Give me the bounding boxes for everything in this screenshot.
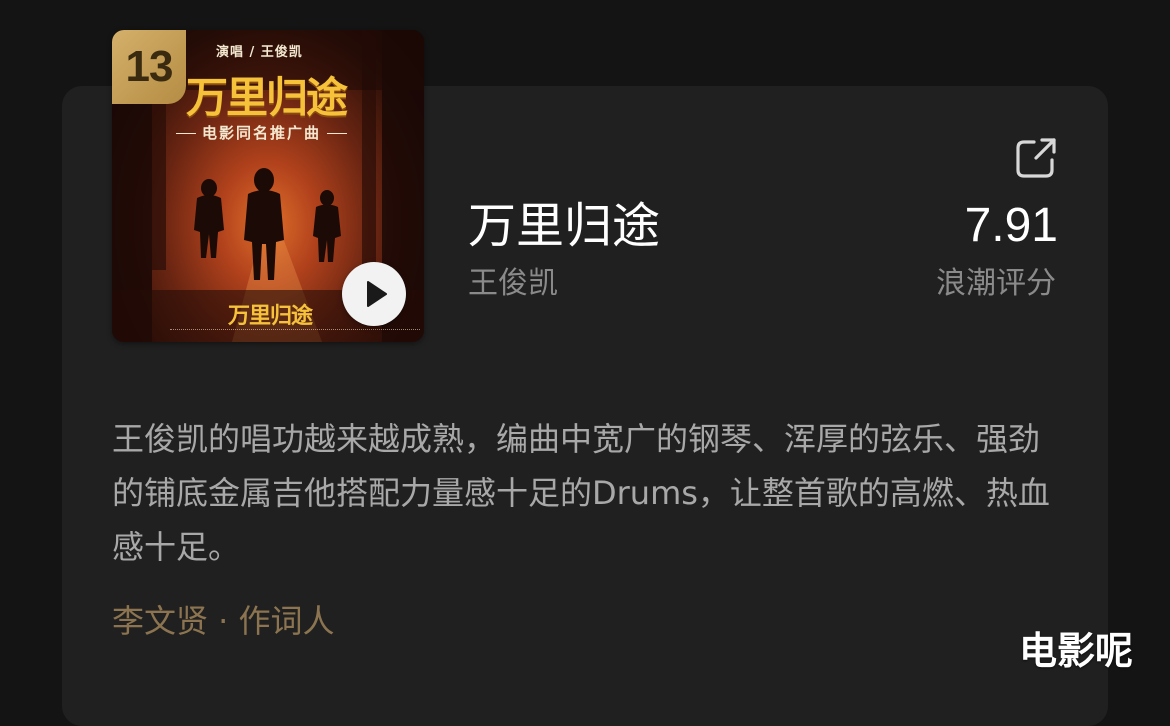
cover-credits-line xyxy=(170,329,420,332)
review-author[interactable]: 李文贤 · 作词人 xyxy=(112,598,335,644)
score-label: 浪潮评分 xyxy=(936,266,1056,301)
play-icon xyxy=(367,281,387,307)
song-title: 万里归途 xyxy=(468,198,661,254)
share-icon[interactable] xyxy=(1012,134,1060,182)
song-artist[interactable]: 王俊凯 xyxy=(468,264,558,304)
cover-title-art: 万里归途 xyxy=(186,73,348,122)
cover-subtitle: 电影同名推广曲 xyxy=(170,122,353,143)
score-value: 7.91 xyxy=(964,199,1058,252)
rank-badge: 13 xyxy=(112,30,186,104)
cover-logo-art: 万里归途 xyxy=(228,304,313,329)
play-button[interactable] xyxy=(342,262,406,326)
review-text: 王俊凯的唱功越来越成熟，编曲中宽广的钢琴、浑厚的弦乐、强劲的铺底金属吉他搭配力量… xyxy=(112,420,1050,566)
cover-singer-credit: 演唱 / 王俊凯 xyxy=(216,45,303,60)
watermark: 电影呢 xyxy=(1019,629,1134,673)
